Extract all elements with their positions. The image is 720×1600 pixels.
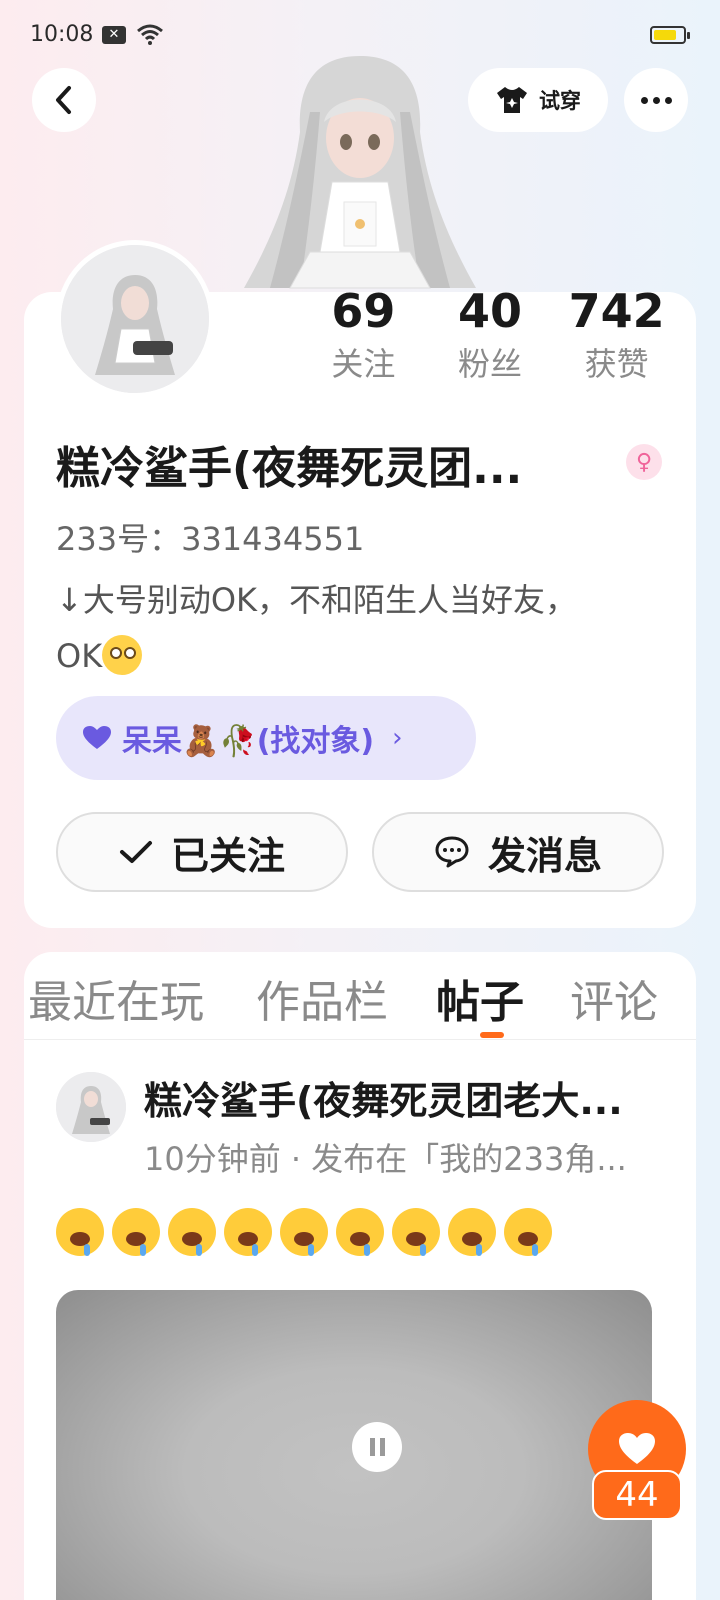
- drooling-face-icon: [224, 1208, 272, 1256]
- stat-value: 742: [568, 284, 665, 338]
- more-button[interactable]: [624, 68, 688, 132]
- shirt-icon: [497, 87, 527, 113]
- heart-icon: [83, 726, 111, 749]
- stat-followers[interactable]: 40 粉丝: [427, 282, 554, 388]
- profile-bio: ↓大号别动OK，不和陌生人当好友，OK: [56, 572, 616, 684]
- active-tab-indicator: [480, 1032, 504, 1038]
- followed-label: 已关注: [170, 833, 285, 878]
- try-on-label: 试穿: [539, 89, 581, 113]
- pause-button[interactable]: [352, 1422, 402, 1472]
- notification-icon: ✕: [102, 26, 126, 44]
- stat-likes[interactable]: 742 获赞: [553, 282, 680, 388]
- female-icon: ♀: [626, 444, 662, 480]
- drooling-face-icon: [392, 1208, 440, 1256]
- stat-value: 40: [458, 284, 523, 338]
- drooling-face-icon: [280, 1208, 328, 1256]
- profile-name: 糕冷鲨手(夜舞死灵团...: [56, 443, 523, 494]
- stat-value: 69: [331, 284, 396, 338]
- relationship-tag[interactable]: 呆呆🧸🥀(找对象) ›: [56, 696, 476, 780]
- tab-comments[interactable]: 评论: [570, 966, 658, 1030]
- battery-level: [654, 30, 676, 40]
- drooling-face-icon: [168, 1208, 216, 1256]
- tab-recently-played[interactable]: 最近在玩: [28, 966, 204, 1030]
- avatar[interactable]: [56, 240, 214, 398]
- heart-icon: [619, 1433, 655, 1464]
- drooling-face-icon: [448, 1208, 496, 1256]
- drooling-face-icon: [112, 1208, 160, 1256]
- chevron-right-icon: ›: [392, 723, 403, 753]
- status-time: 10:08: [30, 22, 94, 47]
- post-meta: 10分钟前 · 发布在「我的233角...: [144, 1140, 627, 1178]
- drooling-face-icon: [504, 1208, 552, 1256]
- send-message-button[interactable]: 发消息: [372, 812, 664, 892]
- profile-stats: 69 关注 40 粉丝 742 获赞: [300, 282, 680, 388]
- stat-label: 粉丝: [458, 345, 523, 383]
- followed-button[interactable]: 已关注: [56, 812, 348, 892]
- check-icon: [119, 841, 152, 863]
- chevron-left-icon: [56, 86, 71, 114]
- try-on-button[interactable]: 试穿: [468, 68, 608, 132]
- tab-posts[interactable]: 帖子: [436, 966, 524, 1030]
- like-count: 44: [592, 1470, 682, 1520]
- drooling-face-icon: [56, 1208, 104, 1256]
- post-author-name[interactable]: 糕冷鲨手(夜舞死灵团老大...: [144, 1070, 688, 1125]
- user-id: 233号：331434551: [56, 520, 365, 558]
- drooling-face-icon: [336, 1208, 384, 1256]
- wifi-icon: [137, 24, 163, 45]
- stat-label: 获赞: [584, 345, 649, 383]
- avatar-image: [61, 245, 209, 393]
- more-dots-icon: [640, 96, 648, 104]
- stat-label: 关注: [331, 345, 396, 383]
- pause-icon: [369, 1438, 375, 1456]
- avatar-image: [56, 1072, 126, 1142]
- post-emoji-text: [56, 1208, 552, 1256]
- back-button[interactable]: [32, 68, 96, 132]
- profile-tabs: 最近在玩 作品栏 帖子 评论: [24, 952, 696, 1040]
- stat-following[interactable]: 69 关注: [300, 282, 427, 388]
- chat-bubble-icon: [435, 836, 469, 868]
- battery-icon: [650, 26, 690, 44]
- character-avatar-art: [244, 56, 476, 289]
- tag-label: 呆呆🧸🥀(找对象): [122, 724, 375, 759]
- eye-roll-emoji-icon: [102, 635, 143, 675]
- post-author-avatar[interactable]: [56, 1072, 126, 1142]
- send-message-label: 发消息: [487, 833, 602, 878]
- tab-works[interactable]: 作品栏: [256, 966, 388, 1030]
